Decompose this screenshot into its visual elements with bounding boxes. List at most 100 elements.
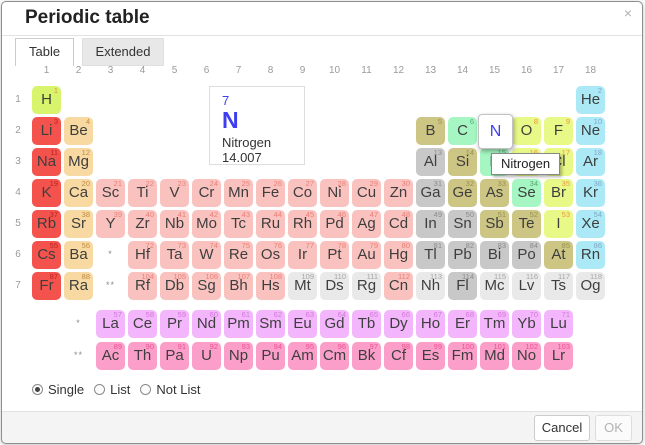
element-pm[interactable]: 61Pm bbox=[224, 310, 253, 338]
radio-icon[interactable] bbox=[140, 384, 151, 395]
element-th[interactable]: 90Th bbox=[128, 342, 157, 370]
element-rh[interactable]: 45Rh bbox=[288, 210, 317, 238]
element-ag[interactable]: 47Ag bbox=[352, 210, 381, 238]
element-rg[interactable]: 111Rg bbox=[352, 272, 381, 300]
element-la[interactable]: 57La bbox=[96, 310, 125, 338]
element-cf[interactable]: 98Cf bbox=[384, 342, 413, 370]
element-kr[interactable]: 36Kr bbox=[576, 179, 605, 207]
element-pu[interactable]: 94Pu bbox=[256, 342, 285, 370]
element-ac[interactable]: 89Ac bbox=[96, 342, 125, 370]
ok-button[interactable]: OK bbox=[595, 415, 632, 441]
element-xe[interactable]: 54Xe bbox=[576, 210, 605, 238]
element-pa[interactable]: 91Pa bbox=[160, 342, 189, 370]
element-er[interactable]: 68Er bbox=[448, 310, 477, 338]
element-mo[interactable]: 42Mo bbox=[192, 210, 221, 238]
element-at[interactable]: 85At bbox=[544, 241, 573, 269]
element-cu[interactable]: 29Cu bbox=[352, 179, 381, 207]
element-og[interactable]: 118Og bbox=[576, 272, 605, 300]
element-b[interactable]: 5B bbox=[416, 117, 445, 145]
element-sb[interactable]: 51Sb bbox=[480, 210, 509, 238]
element-pd[interactable]: 46Pd bbox=[320, 210, 349, 238]
element-n[interactable]: N bbox=[478, 114, 513, 149]
element-tc[interactable]: 43Tc bbox=[224, 210, 253, 238]
option-list[interactable]: List bbox=[94, 382, 130, 397]
element-gd[interactable]: 64Gd bbox=[320, 310, 349, 338]
element-tb[interactable]: 65Tb bbox=[352, 310, 381, 338]
element-lu[interactable]: 71Lu bbox=[544, 310, 573, 338]
radio-icon[interactable] bbox=[32, 384, 43, 395]
element-cm[interactable]: 96Cm bbox=[320, 342, 349, 370]
element-br[interactable]: 35Br bbox=[544, 179, 573, 207]
element-te[interactable]: 52Te bbox=[512, 210, 541, 238]
element-ce[interactable]: 58Ce bbox=[128, 310, 157, 338]
cancel-button[interactable]: Cancel bbox=[534, 415, 590, 441]
element-ds[interactable]: 110Ds bbox=[320, 272, 349, 300]
element-ir[interactable]: 77Ir bbox=[288, 241, 317, 269]
element-ho[interactable]: 67Ho bbox=[416, 310, 445, 338]
element-f[interactable]: 9F bbox=[544, 117, 573, 145]
element-he[interactable]: 2He bbox=[576, 86, 605, 114]
element-sn[interactable]: 50Sn bbox=[448, 210, 477, 238]
element-y[interactable]: 39Y bbox=[96, 210, 125, 238]
element-md[interactable]: 101Md bbox=[480, 342, 509, 370]
element-sg[interactable]: 106Sg bbox=[192, 272, 221, 300]
element-fl[interactable]: 114Fl bbox=[448, 272, 477, 300]
option-single[interactable]: Single bbox=[32, 382, 84, 397]
element-pt[interactable]: 78Pt bbox=[320, 241, 349, 269]
element-w[interactable]: 74W bbox=[192, 241, 221, 269]
element-si[interactable]: 14Si bbox=[448, 148, 477, 176]
element-hg[interactable]: 80Hg bbox=[384, 241, 413, 269]
element-sc[interactable]: 21Sc bbox=[96, 179, 125, 207]
element-rn[interactable]: 86Rn bbox=[576, 241, 605, 269]
element-ta[interactable]: 73Ta bbox=[160, 241, 189, 269]
element-sm[interactable]: 62Sm bbox=[256, 310, 285, 338]
element-nb[interactable]: 41Nb bbox=[160, 210, 189, 238]
element-mt[interactable]: 109Mt bbox=[288, 272, 317, 300]
element-os[interactable]: 76Os bbox=[256, 241, 285, 269]
element-nd[interactable]: 60Nd bbox=[192, 310, 221, 338]
element-po[interactable]: 84Po bbox=[512, 241, 541, 269]
element-se[interactable]: 34Se bbox=[512, 179, 541, 207]
element-sr[interactable]: 38Sr bbox=[64, 210, 93, 238]
element-dy[interactable]: 66Dy bbox=[384, 310, 413, 338]
option-not-list[interactable]: Not List bbox=[140, 382, 200, 397]
element-cr[interactable]: 24Cr bbox=[192, 179, 221, 207]
element-tl[interactable]: 81Tl bbox=[416, 241, 445, 269]
element-yb[interactable]: 70Yb bbox=[512, 310, 541, 338]
element-li[interactable]: 3Li bbox=[32, 117, 61, 145]
element-am[interactable]: 95Am bbox=[288, 342, 317, 370]
element-bh[interactable]: 107Bh bbox=[224, 272, 253, 300]
element-tm[interactable]: 69Tm bbox=[480, 310, 509, 338]
element-h[interactable]: 1H bbox=[32, 86, 61, 114]
element-fm[interactable]: 100Fm bbox=[448, 342, 477, 370]
element-u[interactable]: 92U bbox=[192, 342, 221, 370]
element-bi[interactable]: 83Bi bbox=[480, 241, 509, 269]
element-mn[interactable]: 25Mn bbox=[224, 179, 253, 207]
element-ba[interactable]: 56Ba bbox=[64, 241, 93, 269]
element-np[interactable]: 93Np bbox=[224, 342, 253, 370]
element-co[interactable]: 27Co bbox=[288, 179, 317, 207]
element-mc[interactable]: 115Mc bbox=[480, 272, 509, 300]
element-ge[interactable]: 32Ge bbox=[448, 179, 477, 207]
element-al[interactable]: 13Al bbox=[416, 148, 445, 176]
element-rf[interactable]: 104Rf bbox=[128, 272, 157, 300]
element-v[interactable]: 23V bbox=[160, 179, 189, 207]
element-re[interactable]: 75Re bbox=[224, 241, 253, 269]
element-c[interactable]: 6C bbox=[448, 117, 477, 145]
element-ca[interactable]: 20Ca bbox=[64, 179, 93, 207]
element-i[interactable]: 53I bbox=[544, 210, 573, 238]
element-cd[interactable]: 48Cd bbox=[384, 210, 413, 238]
element-db[interactable]: 105Db bbox=[160, 272, 189, 300]
element-ga[interactable]: 31Ga bbox=[416, 179, 445, 207]
element-ru[interactable]: 44Ru bbox=[256, 210, 285, 238]
element-mg[interactable]: 12Mg bbox=[64, 148, 93, 176]
element-k[interactable]: 19K bbox=[32, 179, 61, 207]
element-no[interactable]: 102No bbox=[512, 342, 541, 370]
element-nh[interactable]: 113Nh bbox=[416, 272, 445, 300]
radio-icon[interactable] bbox=[94, 384, 105, 395]
element-hf[interactable]: 72Hf bbox=[128, 241, 157, 269]
element-cn[interactable]: 112Cn bbox=[384, 272, 413, 300]
element-o[interactable]: 8O bbox=[512, 117, 541, 145]
element-eu[interactable]: 63Eu bbox=[288, 310, 317, 338]
element-ni[interactable]: 28Ni bbox=[320, 179, 349, 207]
